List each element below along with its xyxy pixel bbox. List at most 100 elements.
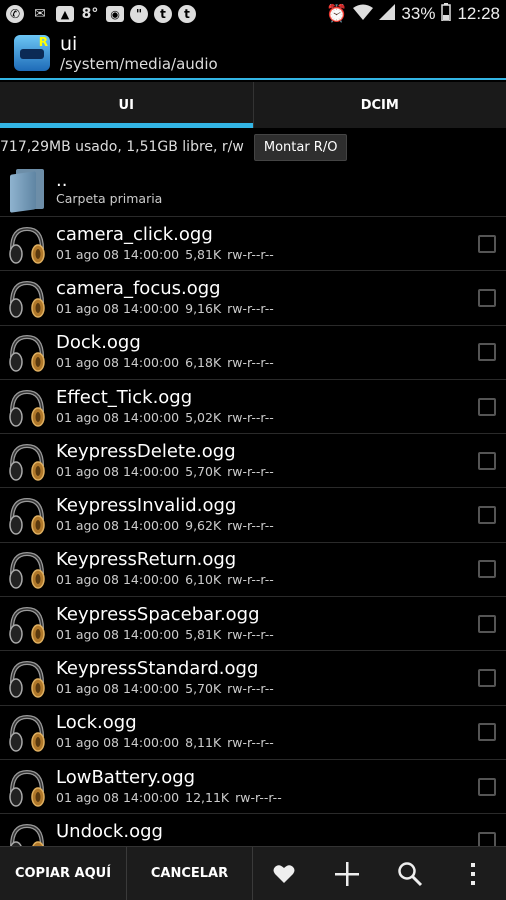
file-row[interactable]: Dock.ogg 01 ago 08 14:00:00 6,18K rw-r--r-… <box>0 326 506 380</box>
bottom-action-bar: COPIAR AQUÍ CANCELAR <box>0 846 506 900</box>
file-date: 01 ago 08 14:00:00 <box>56 626 180 642</box>
file-meta: 01 ago 08 14:00:00 9,16K rw-r--r-- <box>56 300 478 318</box>
file-row[interactable]: KeypressInvalid.ogg 01 ago 08 14:00:00 9,… <box>0 488 506 543</box>
heart-icon[interactable] <box>252 847 315 900</box>
select-checkbox[interactable] <box>478 669 496 688</box>
select-checkbox[interactable] <box>478 343 496 362</box>
file-row[interactable]: LowBattery.ogg 01 ago 08 14:00:00 12,11K r… <box>0 760 506 815</box>
status-bar: ✆ ✉ ▲ 8° ◉ " t t ⏰ 33% 12:28 <box>0 0 506 28</box>
file-meta: 01 ago 08 14:00:00 12,11K rw-r--r-- <box>56 789 478 807</box>
search-icon[interactable] <box>378 847 441 900</box>
file-row[interactable]: KeypressDelete.ogg 01 ago 08 14:00:00 5,7… <box>0 434 506 489</box>
wifi-box-icon: ◉ <box>106 6 124 22</box>
select-checkbox[interactable] <box>478 831 496 846</box>
file-date: 01 ago 08 14:00:00 <box>56 735 180 751</box>
file-perm: rw-r--r-- <box>227 409 274 425</box>
select-checkbox[interactable] <box>478 723 496 742</box>
select-checkbox[interactable] <box>478 560 496 579</box>
file-size: 8,11K <box>185 735 222 751</box>
file-size: 9,62K <box>185 518 222 534</box>
file-size: 5,81K <box>185 246 222 262</box>
storage-info-row: 717,29MB usado, 1,51GB libre, r/w Montar… <box>0 130 506 164</box>
file-meta: 01 ago 08 14:00:00 6,18K rw-r--r-- <box>56 354 478 372</box>
plus-icon[interactable] <box>315 847 378 900</box>
file-row[interactable]: camera_click.ogg 01 ago 08 14:00:00 5,81K… <box>0 217 506 272</box>
select-checkbox[interactable] <box>478 451 496 470</box>
file-name: Undock.ogg <box>56 820 163 842</box>
file-perm: rw-r--r-- <box>227 572 274 588</box>
app-logo-icon[interactable] <box>14 35 50 71</box>
file-perm: rw-r--r-- <box>227 626 274 642</box>
file-name: Effect_Tick.ogg <box>56 386 193 408</box>
file-row[interactable]: KeypressStandard.ogg 01 ago 08 14:00:00 5… <box>0 651 506 706</box>
file-name: camera_focus.ogg <box>56 277 221 299</box>
file-perm: rw-r--r-- <box>227 246 274 262</box>
parent-folder-row[interactable]: .. Carpeta primaria <box>0 164 506 217</box>
file-name: KeypressDelete.ogg <box>56 440 236 462</box>
select-checkbox[interactable] <box>478 234 496 253</box>
headphones-icon <box>7 440 47 482</box>
wifi-icon <box>353 4 374 25</box>
headphones-icon <box>7 548 47 590</box>
clock: 12:28 <box>457 4 500 23</box>
file-size: 5,81K <box>185 626 222 642</box>
file-perm: rw-r--r-- <box>227 518 274 534</box>
copy-here-button[interactable]: COPIAR AQUÍ <box>0 847 126 900</box>
file-date: 01 ago 08 14:00:00 <box>56 463 180 479</box>
file-name: KeypressReturn.ogg <box>56 549 237 571</box>
file-name: Lock.ogg <box>56 712 137 734</box>
file-row[interactable]: camera_focus.ogg 01 ago 08 14:00:00 9,16K… <box>0 271 506 326</box>
app-bar: ui /system/media/audio <box>0 28 506 80</box>
tab-dcim[interactable]: DCIM <box>252 82 506 128</box>
file-meta: 01 ago 08 14:00:00 8,11K rw-r--r-- <box>56 734 478 752</box>
file-perm: rw-r--r-- <box>227 355 274 371</box>
file-list: .. Carpeta primaria camera_click.ogg 01 … <box>0 164 506 846</box>
select-checkbox[interactable] <box>478 288 496 307</box>
parent-folder-name: .. <box>56 170 68 191</box>
select-checkbox[interactable] <box>478 506 496 525</box>
overflow-menu-icon[interactable] <box>441 847 504 900</box>
headphones-icon <box>7 766 47 808</box>
file-row[interactable]: Lock.ogg 01 ago 08 14:00:00 8,11K rw-r--r-… <box>0 706 506 760</box>
headphones-icon <box>7 277 47 319</box>
select-checkbox[interactable] <box>478 397 496 416</box>
file-meta: 01 ago 08 14:00:00 5,02K rw-r--r-- <box>56 409 478 427</box>
current-path: /system/media/audio <box>60 55 218 73</box>
battery-icon <box>441 2 452 26</box>
file-size: 9,16K <box>185 300 222 316</box>
file-row[interactable]: Undock.ogg <box>0 814 506 846</box>
signal-icon <box>379 3 396 25</box>
file-meta: 01 ago 08 14:00:00 6,10K rw-r--r-- <box>56 571 478 589</box>
file-size: 5,02K <box>185 409 222 425</box>
storage-info: 717,29MB usado, 1,51GB libre, r/w <box>0 139 244 155</box>
headphones-icon <box>7 494 47 536</box>
cancel-button[interactable]: CANCELAR <box>126 847 252 900</box>
tab-ui[interactable]: UI <box>0 82 253 128</box>
temperature-text: 8° <box>81 6 99 22</box>
battery-percent: 33% <box>401 4 436 23</box>
headphones-icon <box>7 331 47 373</box>
file-date: 01 ago 08 14:00:00 <box>56 246 180 262</box>
file-date: 01 ago 08 14:00:00 <box>56 518 180 534</box>
file-meta: 01 ago 08 14:00:00 9,62K rw-r--r-- <box>56 517 478 535</box>
file-date: 01 ago 08 14:00:00 <box>56 789 180 805</box>
system-icons: ⏰ 33% 12:28 <box>326 2 500 26</box>
select-checkbox[interactable] <box>478 777 496 796</box>
file-meta: 01 ago 08 14:00:00 5,70K rw-r--r-- <box>56 680 478 698</box>
headphones-icon <box>7 603 47 645</box>
gmail-icon: ✉ <box>34 6 46 22</box>
headphones-icon <box>7 820 47 846</box>
page-title: ui <box>60 33 78 55</box>
file-name: KeypressStandard.ogg <box>56 658 259 680</box>
file-row[interactable]: Effect_Tick.ogg 01 ago 08 14:00:00 5,02K r… <box>0 380 506 435</box>
file-perm: rw-r--r-- <box>227 735 274 751</box>
file-meta: 01 ago 08 14:00:00 5,81K rw-r--r-- <box>56 246 478 264</box>
alarm-icon: ⏰ <box>326 4 348 24</box>
headphones-icon <box>7 223 47 265</box>
file-meta: 01 ago 08 14:00:00 5,81K rw-r--r-- <box>56 626 478 644</box>
file-row[interactable]: KeypressSpacebar.ogg 01 ago 08 14:00:00 5… <box>0 597 506 652</box>
select-checkbox[interactable] <box>478 614 496 633</box>
file-date: 01 ago 08 14:00:00 <box>56 355 180 371</box>
mount-readonly-button[interactable]: Montar R/O <box>253 133 348 161</box>
file-row[interactable]: KeypressReturn.ogg 01 ago 08 14:00:00 6,1… <box>0 543 506 598</box>
